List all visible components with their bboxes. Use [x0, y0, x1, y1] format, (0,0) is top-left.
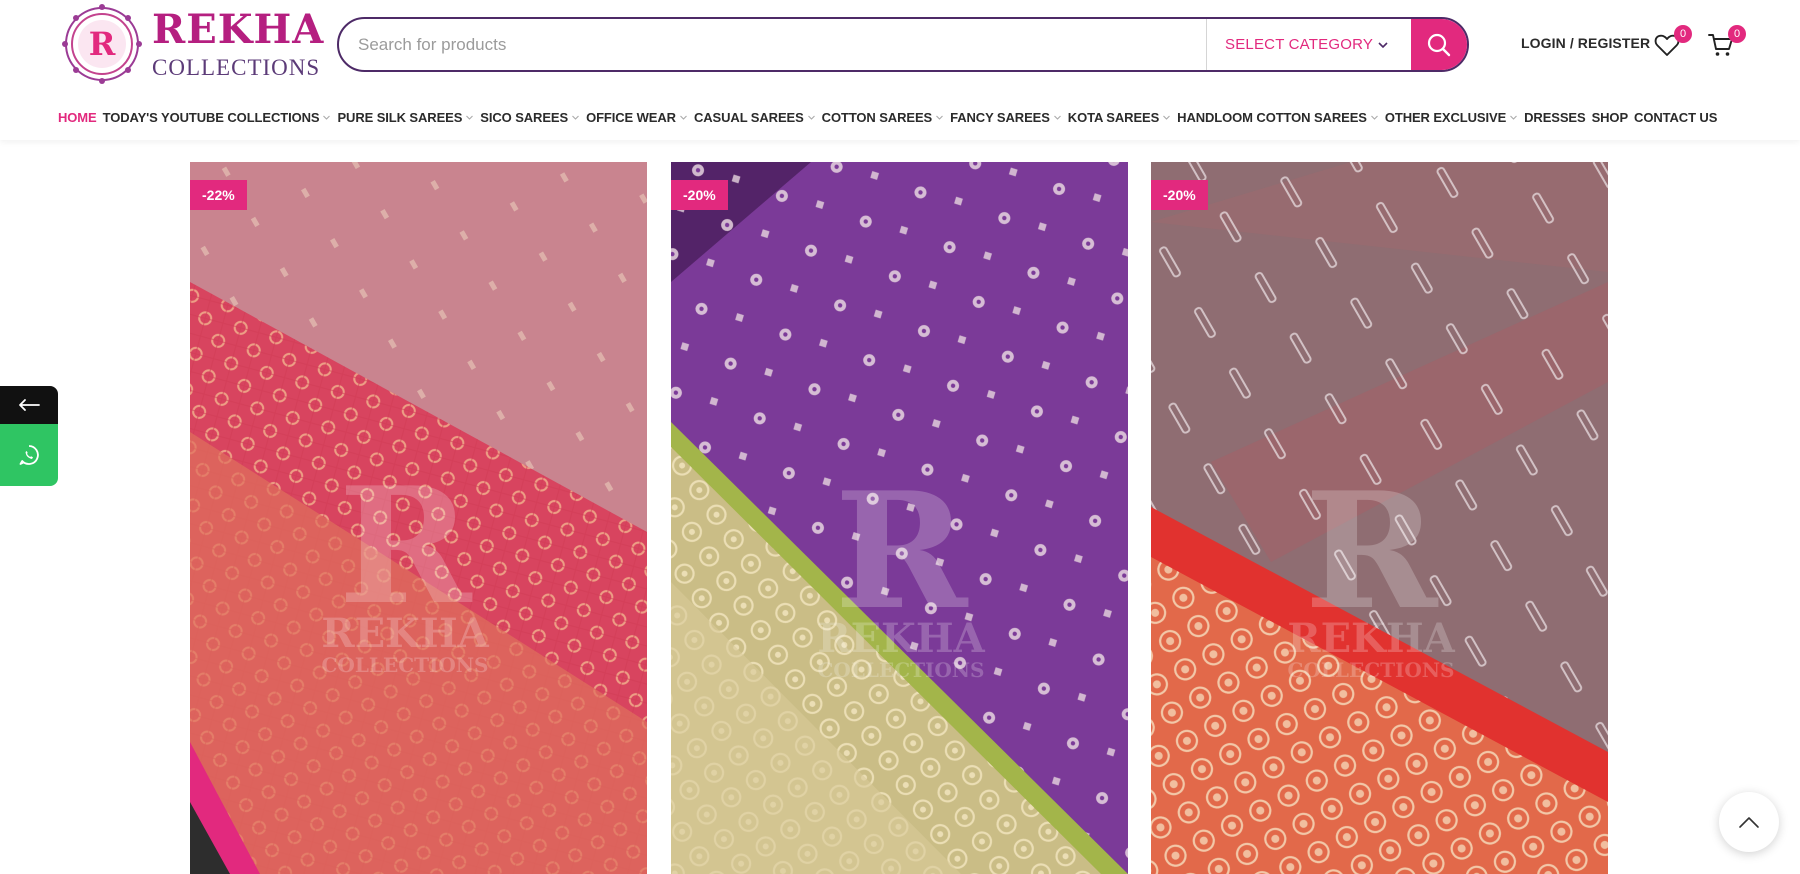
login-register-link[interactable]: LOGIN / REGISTER [1521, 35, 1650, 51]
chevron-down-icon [1510, 115, 1518, 120]
category-select[interactable]: SELECT CATEGORY [1206, 19, 1411, 70]
site-logo[interactable]: R REKHA COLLECTIONS [60, 2, 323, 86]
nav-item-other-exclusive[interactable]: OTHER EXCLUSIVE [1385, 110, 1518, 125]
wishlist-count-badge: 0 [1674, 25, 1692, 43]
wishlist-button[interactable]: 0 [1650, 25, 1692, 62]
chevron-down-icon [1163, 115, 1171, 120]
logo-emblem-letter: R [89, 25, 116, 63]
nav-item-sico-sarees[interactable]: SICO SAREES [480, 110, 580, 125]
chevron-down-icon [466, 115, 474, 120]
category-select-label: SELECT CATEGORY [1225, 36, 1374, 53]
search-icon [1427, 33, 1451, 56]
arrow-left-icon [19, 399, 40, 411]
logo-brand-name: REKHA [152, 5, 325, 53]
nav-item-kota-sarees[interactable]: KOTA SAREES [1068, 110, 1171, 125]
watermark-line1: REKHA [321, 610, 489, 657]
nav-item-youtube-collections[interactable]: TODAY'S YOUTUBE COLLECTIONS [103, 110, 332, 125]
cart-button[interactable]: 0 [1704, 25, 1746, 62]
logo-brand-subtitle: COLLECTIONS [152, 54, 321, 80]
chevron-down-icon [936, 115, 943, 120]
watermark-line1: REKHA [1287, 615, 1455, 662]
side-panel-toggle-button[interactable] [0, 386, 58, 424]
product-card[interactable]: -20% R REKHA COLLECTIONS [1151, 162, 1608, 874]
cart-count-badge: 0 [1728, 25, 1746, 43]
nav-item-home[interactable]: HOME [58, 110, 97, 125]
arrow-up-icon [1739, 817, 1759, 828]
watermark-line2: COLLECTIONS [1287, 658, 1454, 682]
nav-item-contact-us[interactable]: CONTACT US [1634, 110, 1717, 125]
main-navigation: HOME TODAY'S YOUTUBE COLLECTIONS PURE SI… [58, 107, 1723, 127]
watermark-line2: COLLECTIONS [817, 658, 984, 682]
chevron-down-icon [1370, 115, 1378, 120]
watermark-line1: REKHA [817, 615, 985, 662]
product-image[interactable]: R REKHA COLLECTIONS [671, 162, 1128, 874]
watermark-line2: COLLECTIONS [321, 653, 488, 677]
search-bar: SELECT CATEGORY [337, 17, 1469, 72]
search-input[interactable] [339, 19, 1206, 70]
nav-item-cotton-sarees[interactable]: COTTON SAREES [822, 110, 944, 125]
chevron-down-icon [323, 115, 331, 120]
logo-emblem: R [62, 4, 142, 84]
chevron-down-icon [807, 115, 815, 120]
discount-badge: -20% [1151, 180, 1208, 210]
product-grid: -22% R REKHA COLLECTIONS -20% R REKHA CO… [190, 162, 1608, 874]
search-button[interactable] [1411, 19, 1467, 70]
nav-item-pure-silk-sarees[interactable]: PURE SILK SAREES [337, 110, 474, 125]
nav-item-shop[interactable]: SHOP [1592, 110, 1629, 125]
product-image[interactable]: R REKHA COLLECTIONS [190, 162, 647, 874]
chevron-down-icon [680, 115, 687, 120]
product-image[interactable]: R REKHA COLLECTIONS [1151, 162, 1608, 874]
chevron-down-icon [572, 115, 579, 120]
whatsapp-button[interactable] [0, 424, 58, 486]
product-card[interactable]: -20% R REKHA COLLECTIONS [671, 162, 1128, 874]
chevron-down-icon [1053, 115, 1061, 120]
nav-item-handloom-cotton-sarees[interactable]: HANDLOOM COTTON SAREES [1177, 110, 1379, 125]
discount-badge: -20% [671, 180, 728, 210]
nav-item-dresses[interactable]: DRESSES [1524, 110, 1586, 125]
scroll-to-top-button[interactable] [1719, 792, 1779, 852]
nav-item-fancy-sarees[interactable]: FANCY SAREES [950, 110, 1062, 125]
nav-item-office-wear[interactable]: OFFICE WEAR [586, 110, 688, 125]
chevron-down-icon [1378, 41, 1388, 48]
whatsapp-icon [19, 445, 39, 465]
product-card[interactable]: -22% R REKHA COLLECTIONS [190, 162, 647, 874]
site-header: R REKHA COLLECTIONS SELECT CATEGORY LOGI… [0, 0, 1800, 140]
nav-item-casual-sarees[interactable]: CASUAL SAREES [694, 110, 816, 125]
discount-badge: -22% [190, 180, 247, 210]
